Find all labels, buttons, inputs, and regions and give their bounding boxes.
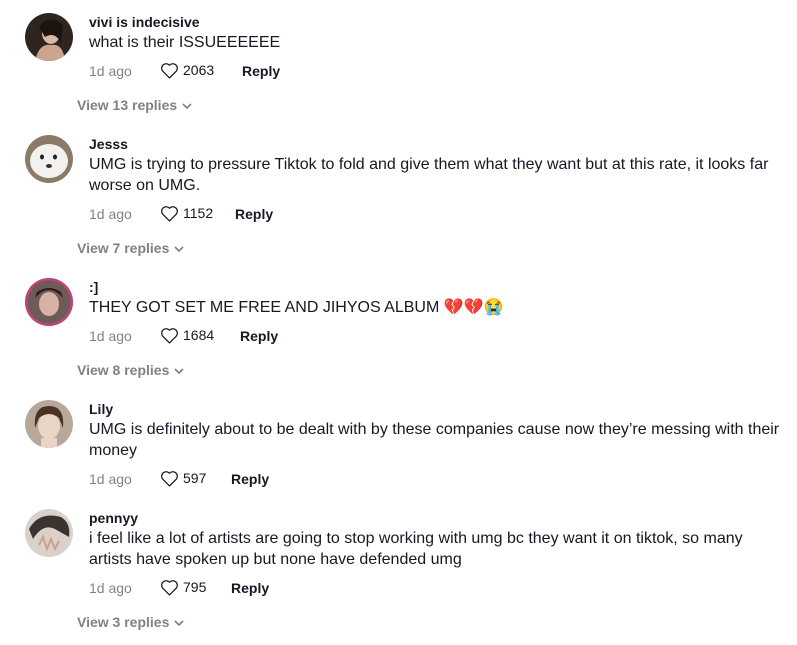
heart-icon bbox=[161, 206, 178, 222]
heart-icon bbox=[161, 471, 178, 487]
chevron-down-icon bbox=[182, 103, 192, 110]
comment-text: THEY GOT SET ME FREE AND JIHYOS ALBUM 💔💔… bbox=[89, 299, 504, 316]
chevron-down-icon bbox=[174, 246, 184, 253]
reply-button[interactable]: Reply bbox=[240, 328, 278, 344]
reply-button[interactable]: Reply bbox=[231, 471, 269, 487]
comment-time: 1d ago bbox=[89, 471, 132, 487]
comment-username[interactable]: Lily bbox=[89, 400, 113, 418]
comment-time: 1d ago bbox=[89, 63, 132, 79]
avatar[interactable] bbox=[25, 135, 73, 183]
comment-meta: 1d ago 1684 Reply bbox=[89, 326, 489, 346]
view-replies-button[interactable]: View 3 replies bbox=[77, 614, 184, 630]
like-count: 597 bbox=[183, 470, 207, 486]
chevron-down-icon bbox=[174, 368, 184, 375]
avatar[interactable] bbox=[25, 278, 73, 326]
heart-icon bbox=[161, 328, 178, 344]
reply-button[interactable]: Reply bbox=[242, 63, 280, 79]
comment-username[interactable]: pennyy bbox=[89, 509, 138, 527]
view-replies-label: View 3 replies bbox=[77, 614, 170, 630]
comment-username[interactable]: vivi is indecisive bbox=[89, 13, 200, 31]
reply-button[interactable]: Reply bbox=[231, 580, 269, 596]
comment-time: 1d ago bbox=[89, 580, 132, 596]
comment-meta: 1d ago 795 Reply bbox=[89, 578, 489, 598]
comment-text: UMG is definitely about to be dealt with… bbox=[89, 421, 780, 459]
view-replies-label: View 13 replies bbox=[77, 97, 178, 113]
heart-icon bbox=[161, 63, 178, 79]
avatar[interactable] bbox=[25, 13, 73, 61]
comment-text: UMG is trying to pressure Tiktok to fold… bbox=[89, 156, 769, 194]
view-replies-button[interactable]: View 8 replies bbox=[77, 362, 184, 378]
view-replies-button[interactable]: View 7 replies bbox=[77, 240, 184, 256]
comment-text: what is their ISSUEEEEEE bbox=[89, 34, 281, 51]
comment-text: i feel like a lot of artists are going t… bbox=[89, 530, 743, 568]
comment-meta: 1d ago 2063 Reply bbox=[89, 61, 489, 81]
comment-username[interactable]: Jesss bbox=[89, 135, 128, 153]
like-count: 1684 bbox=[183, 327, 215, 343]
comment-time: 1d ago bbox=[89, 206, 132, 222]
chevron-down-icon bbox=[174, 620, 184, 627]
comment-username[interactable]: :] bbox=[89, 278, 98, 296]
comment-meta: 1d ago 1152 Reply bbox=[89, 204, 489, 224]
view-replies-label: View 7 replies bbox=[77, 240, 170, 256]
avatar[interactable] bbox=[25, 400, 73, 448]
avatar[interactable] bbox=[25, 509, 73, 557]
like-count: 2063 bbox=[183, 62, 215, 78]
comment-time: 1d ago bbox=[89, 328, 132, 344]
view-replies-label: View 8 replies bbox=[77, 362, 170, 378]
like-count: 795 bbox=[183, 579, 207, 595]
like-count: 1152 bbox=[183, 205, 214, 221]
reply-button[interactable]: Reply bbox=[235, 206, 273, 222]
comment-meta: 1d ago 597 Reply bbox=[89, 469, 489, 489]
heart-icon bbox=[161, 580, 178, 596]
view-replies-button[interactable]: View 13 replies bbox=[77, 97, 192, 113]
